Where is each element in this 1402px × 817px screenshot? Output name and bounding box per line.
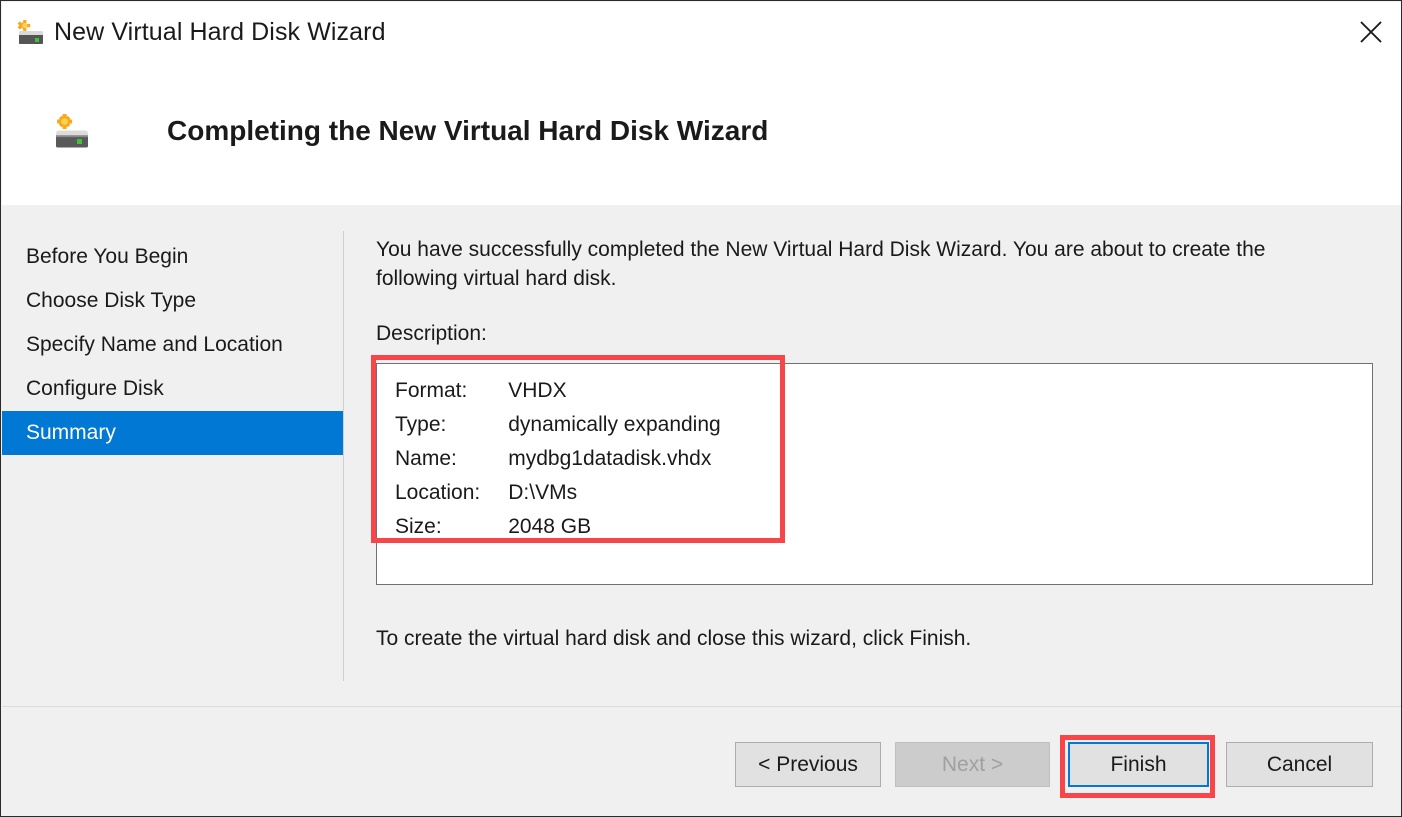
wizard-header: Completing the New Virtual Hard Disk Wiz…: [2, 64, 1402, 205]
table-row: Format: VHDX: [395, 374, 721, 408]
finish-button[interactable]: Finish: [1068, 742, 1209, 787]
sidebar-item-before-you-begin[interactable]: Before You Begin: [2, 235, 343, 279]
table-row: Type: dynamically expanding: [395, 408, 721, 442]
detail-value-location: D:\VMs: [508, 476, 720, 510]
table-row: Size: 2048 GB: [395, 510, 721, 544]
sidebar-item-label: Summary: [26, 421, 116, 445]
detail-label-format: Format:: [395, 374, 508, 408]
sidebar-item-summary[interactable]: Summary: [2, 411, 343, 455]
disk-details-table: Format: VHDX Type: dynamically expanding…: [395, 374, 721, 544]
window-title: New Virtual Hard Disk Wizard: [54, 18, 386, 47]
sidebar-item-specify-name-and-location[interactable]: Specify Name and Location: [2, 323, 343, 367]
next-button: Next >: [895, 742, 1050, 787]
previous-button[interactable]: < Previous: [735, 742, 881, 787]
wizard-main-panel: You have successfully completed the New …: [376, 235, 1376, 651]
previous-button-label: < Previous: [758, 753, 858, 777]
sidebar-item-label: Before You Begin: [26, 245, 188, 269]
wizard-body: Before You Begin Choose Disk Type Specif…: [2, 205, 1402, 706]
title-bar: New Virtual Hard Disk Wizard: [2, 2, 1402, 64]
intro-text: You have successfully completed the New …: [376, 235, 1301, 293]
detail-value-size: 2048 GB: [508, 510, 720, 544]
finish-button-label: Finish: [1110, 753, 1166, 777]
table-row: Location: D:\VMs: [395, 476, 721, 510]
virtual-hard-disk-icon: [51, 112, 93, 154]
detail-label-size: Size:: [395, 510, 508, 544]
detail-value-format: VHDX: [508, 374, 720, 408]
description-label: Description:: [376, 322, 1376, 346]
next-button-label: Next >: [942, 753, 1003, 777]
detail-value-type: dynamically expanding: [508, 408, 720, 442]
cancel-button[interactable]: Cancel: [1226, 742, 1373, 787]
detail-value-name: mydbg1datadisk.vhdx: [508, 442, 720, 476]
sidebar-item-label: Configure Disk: [26, 377, 164, 401]
virtual-hard-disk-icon: [16, 19, 46, 47]
wizard-steps-sidebar: Before You Begin Choose Disk Type Specif…: [2, 235, 343, 455]
new-virtual-hard-disk-wizard-dialog: New Virtual Hard Disk Wizard: [0, 0, 1402, 817]
sidebar-item-configure-disk[interactable]: Configure Disk: [2, 367, 343, 411]
wizard-footer: < Previous Next > Finish Cancel: [2, 707, 1402, 817]
close-icon[interactable]: [1345, 10, 1397, 54]
page-title: Completing the New Virtual Hard Disk Wiz…: [167, 115, 768, 147]
description-box: Format: VHDX Type: dynamically expanding…: [376, 363, 1373, 585]
sidebar-item-choose-disk-type[interactable]: Choose Disk Type: [2, 279, 343, 323]
detail-label-type: Type:: [395, 408, 508, 442]
table-row: Name: mydbg1datadisk.vhdx: [395, 442, 721, 476]
detail-label-name: Name:: [395, 442, 508, 476]
detail-label-location: Location:: [395, 476, 508, 510]
sidebar-item-label: Specify Name and Location: [26, 333, 283, 357]
cancel-button-label: Cancel: [1267, 753, 1332, 777]
sidebar-item-label: Choose Disk Type: [26, 289, 196, 313]
body-divider: [343, 231, 344, 681]
finish-hint-text: To create the virtual hard disk and clos…: [376, 627, 1376, 651]
